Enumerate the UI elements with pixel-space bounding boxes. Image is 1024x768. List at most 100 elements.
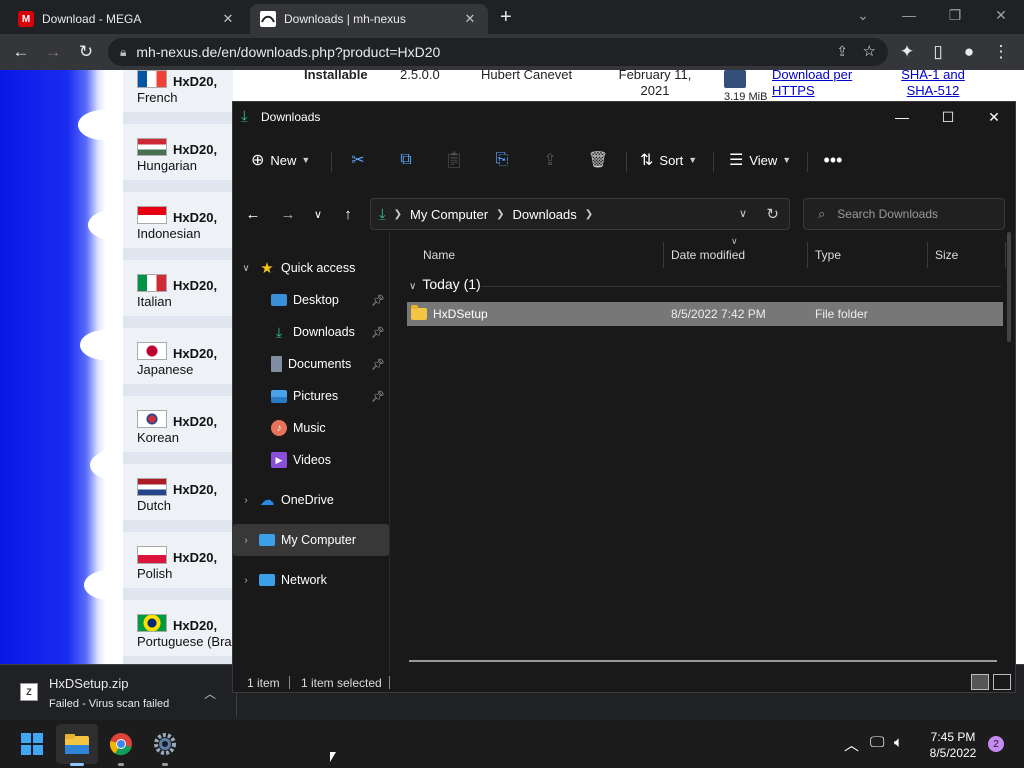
clock[interactable]: 7:45 PM 8/5/2022 <box>918 729 988 761</box>
tab-search-icon[interactable]: ⌄ <box>840 0 886 30</box>
pin-icon[interactable]: 📌︎ <box>371 358 385 371</box>
nav-network[interactable]: › Network <box>233 564 389 596</box>
nav-videos[interactable]: ▶ Videos <box>233 444 389 476</box>
rename-icon[interactable]: ⎘ <box>488 150 516 170</box>
chevron-up-icon[interactable]: ︿ <box>844 734 859 755</box>
minimize-icon[interactable]: — <box>886 0 932 30</box>
paste-icon[interactable]: 📋︎ <box>440 150 468 170</box>
side-panel-icon[interactable]: ▯ <box>923 37 953 67</box>
details-view-icon[interactable] <box>971 674 989 690</box>
product-name: HxD20, <box>173 414 218 429</box>
file-explorer-icon[interactable] <box>61 728 93 760</box>
delete-trash-icon[interactable]: 🗑︎ <box>584 150 612 170</box>
pane-divider[interactable] <box>389 232 390 672</box>
horizontal-scrollbar[interactable] <box>409 660 997 662</box>
copy-icon[interactable]: ⧉ <box>392 150 420 170</box>
chevron-down-icon[interactable]: ∨ <box>739 207 747 220</box>
back-arrow-icon[interactable]: ← <box>6 37 36 67</box>
tab-mega[interactable]: M Download - MEGA ✕ <box>8 4 246 34</box>
download-https-link[interactable]: Download per HTTPS <box>772 70 866 99</box>
windows-start-icon[interactable] <box>16 728 48 760</box>
new-tab-icon[interactable]: + <box>500 6 512 29</box>
settings-gear-icon[interactable] <box>149 728 181 760</box>
sort-button[interactable]: ⇅ Sort ▼ <box>640 148 697 172</box>
chrome-icon[interactable] <box>105 728 137 760</box>
nav-pictures[interactable]: Pictures 📌︎ <box>233 380 389 412</box>
running-indicator <box>70 763 84 766</box>
star-icon: ★ <box>260 260 274 277</box>
recent-locations-chevron-icon[interactable]: ∨ <box>306 202 330 226</box>
forward-arrow-icon[interactable]: → <box>38 37 68 67</box>
column-divider[interactable] <box>807 242 808 268</box>
file-row-selected[interactable]: HxDSetup 8/5/2022 7:42 PM File folder <box>407 302 1003 326</box>
cut-icon[interactable]: ✂ <box>344 150 372 170</box>
close-tab-icon[interactable]: ✕ <box>462 11 478 27</box>
pictures-icon <box>271 389 287 403</box>
minimize-icon[interactable]: — <box>879 102 925 132</box>
nav-documents[interactable]: Documents 📌︎ <box>233 348 389 380</box>
nav-downloads[interactable]: ⤓ Downloads 📌︎ <box>233 316 389 348</box>
nav-desktop[interactable]: Desktop 📌︎ <box>233 284 389 316</box>
address-breadcrumb[interactable]: ⤓ ❯ My Computer ❯ Downloads ❯ ∨ ↻ <box>370 198 790 230</box>
file-date: 8/5/2022 7:42 PM <box>671 307 766 321</box>
nav-onedrive[interactable]: › ☁ OneDrive <box>233 484 389 516</box>
nav-label: Music <box>293 421 326 435</box>
breadcrumb-downloads[interactable]: Downloads <box>512 207 576 222</box>
close-window-icon[interactable]: ✕ <box>971 102 1017 132</box>
column-header-date[interactable]: Date modified <box>671 248 745 268</box>
column-header-name[interactable]: Name <box>423 248 455 268</box>
profile-avatar-icon[interactable]: ● <box>954 37 984 67</box>
column-divider[interactable] <box>663 242 664 268</box>
column-divider[interactable] <box>927 242 928 268</box>
column-header-type[interactable]: Type <box>815 248 841 268</box>
taskbar: ︿ 🖵︎ 🔈︎ 7:45 PM 8/5/2022 2 <box>0 720 1024 768</box>
chevron-right-icon[interactable]: › <box>233 575 259 586</box>
chevron-right-icon[interactable]: › <box>233 535 259 546</box>
tiles-view-icon[interactable] <box>993 674 1011 690</box>
volume-icon[interactable]: 🔈︎ <box>894 734 903 751</box>
share-icon[interactable]: ⇪ <box>836 43 848 60</box>
group-header[interactable]: ∨ Today (1) <box>409 276 481 292</box>
pin-icon[interactable]: 📌︎ <box>371 294 385 307</box>
pin-icon[interactable]: 📌︎ <box>371 326 385 339</box>
nav-quick-access[interactable]: ∨ ★ Quick access <box>233 252 389 284</box>
vertical-scrollbar[interactable] <box>1007 232 1011 342</box>
more-options-icon[interactable]: ••• <box>819 150 847 170</box>
column-divider[interactable] <box>1005 242 1006 268</box>
close-window-icon[interactable]: ✕ <box>978 0 1024 30</box>
reload-icon[interactable]: ↻ <box>71 37 101 67</box>
up-arrow-icon[interactable]: ↑ <box>336 202 360 226</box>
chevron-up-icon[interactable]: ︿ <box>204 685 216 702</box>
restore-icon[interactable]: ❐ <box>932 0 978 30</box>
tab-mh-nexus[interactable]: Downloads | mh-nexus ✕ <box>250 4 488 34</box>
chevron-down-icon: ∨ <box>409 281 417 292</box>
chevron-down-icon[interactable]: ∨ <box>233 263 259 274</box>
nav-my-computer[interactable]: › My Computer <box>233 524 389 556</box>
forward-arrow-icon[interactable]: → <box>276 202 300 226</box>
nav-label: Documents <box>288 357 352 371</box>
share-icon[interactable]: ⇪ <box>536 150 564 170</box>
refresh-icon[interactable]: ↻ <box>766 205 779 223</box>
language-label: HxD20, Hungarian <box>137 142 237 174</box>
new-button[interactable]: ⊕ New ▼ <box>251 148 310 172</box>
bookmark-star-icon[interactable]: ☆ <box>863 42 876 60</box>
close-tab-icon[interactable]: ✕ <box>220 11 236 27</box>
breadcrumb-my-computer[interactable]: My Computer <box>410 207 488 222</box>
nav-music[interactable]: ♪ Music <box>233 412 389 444</box>
view-button[interactable]: ☰ View ▼ <box>729 148 791 172</box>
extensions-icon[interactable]: ✦ <box>892 37 922 67</box>
back-arrow-icon[interactable]: ← <box>241 202 265 226</box>
divider <box>389 676 390 689</box>
language-row: HxD20, Korean <box>123 396 233 458</box>
network-monitor-icon[interactable]: 🖵︎ <box>870 734 884 751</box>
chevron-right-icon[interactable]: › <box>233 495 259 506</box>
column-header-size[interactable]: Size <box>935 248 958 268</box>
checksum-link[interactable]: SHA-1 and SHA-512 <box>898 70 968 99</box>
pin-icon[interactable]: 📌︎ <box>371 390 385 403</box>
menu-kebab-icon[interactable]: ⋮ <box>986 37 1016 67</box>
notification-badge[interactable]: 2 <box>988 736 1004 752</box>
search-input[interactable]: ⌕ Search Downloads <box>803 198 1005 230</box>
download-filename[interactable]: HxDSetup.zip <box>49 676 128 691</box>
maximize-icon[interactable]: ☐ <box>925 102 971 132</box>
address-bar[interactable]: 🔒︎ mh-nexus.de/en/downloads.php?product=… <box>108 38 888 66</box>
